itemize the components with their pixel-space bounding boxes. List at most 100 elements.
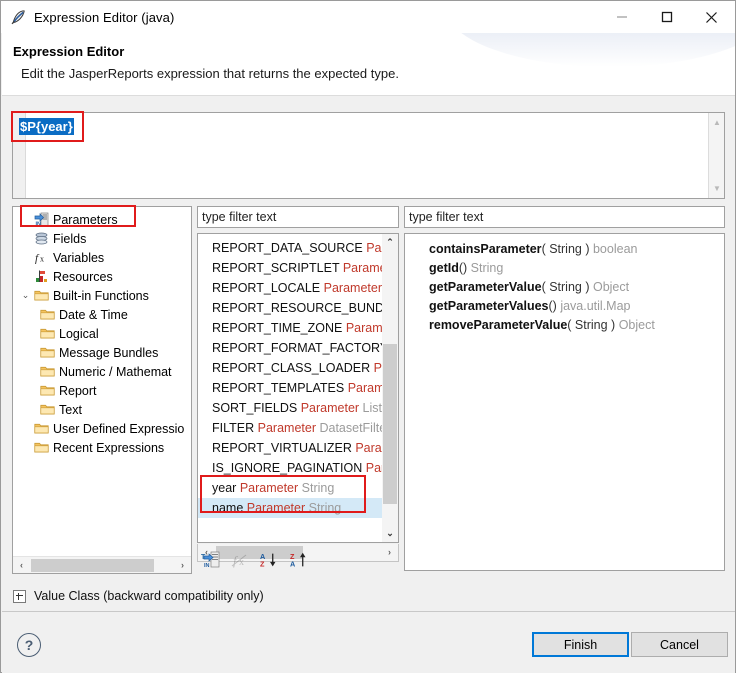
list-item[interactable]: REPORT_TEMPLATES Paramet <box>198 378 382 398</box>
method-name: getParameterValues <box>429 299 549 313</box>
sort-descending-icon[interactable]: Z A <box>290 550 310 570</box>
list-item[interactable]: REPORT_TIME_ZONE Paramet <box>198 318 382 338</box>
item-type: DatasetFilte <box>319 421 382 435</box>
show-functions-fx-icon: f x <box>230 550 250 570</box>
expression-vertical-scrollbar[interactable]: ▲ ▼ <box>708 113 724 198</box>
tree-item-label: Date & Time <box>59 307 128 322</box>
object-tree-panel[interactable]: IN Parameters Fields f x Variables Resou… <box>12 206 192 574</box>
method-item[interactable]: containsParameter( String ) boolean <box>405 240 724 259</box>
tree-item-variables[interactable]: f x Variables <box>13 248 191 267</box>
item-name: FILTER <box>212 421 255 435</box>
middle-filter-input[interactable]: type filter text <box>197 206 399 228</box>
list-item[interactable]: FILTER Parameter DatasetFilte <box>198 418 382 438</box>
scrollbar-thumb[interactable] <box>31 559 154 572</box>
list-item[interactable]: REPORT_RESOURCE_BUNDLE <box>198 298 382 318</box>
title-bar: Expression Editor (java) <box>1 1 735 33</box>
list-item[interactable]: REPORT_CLASS_LOADER Para <box>198 358 382 378</box>
svg-text:x: x <box>40 255 44 264</box>
filter-placeholder-text: type filter text <box>202 210 277 224</box>
list-item[interactable]: IS_IGNORE_PAGINATION Para <box>198 458 382 478</box>
pen-icon <box>9 8 27 26</box>
scrollbar-thumb[interactable] <box>383 344 397 504</box>
tree-item-user-defined-expressions[interactable]: User Defined Expressio <box>13 419 191 438</box>
right-filter-input[interactable]: type filter text <box>404 206 725 228</box>
tree-item-logical[interactable]: Logical <box>13 324 191 343</box>
folder-icon <box>38 384 56 397</box>
scroll-down-icon[interactable]: ▼ <box>709 181 725 196</box>
method-name: getParameterValue <box>429 280 542 294</box>
list-item-name[interactable]: name Parameter String <box>198 498 382 518</box>
scroll-right-icon[interactable]: › <box>174 557 191 573</box>
list-item[interactable]: REPORT_VIRTUALIZER Parame <box>198 438 382 458</box>
maximize-button[interactable] <box>644 1 689 33</box>
finish-button[interactable]: Finish <box>532 632 629 657</box>
scroll-left-icon[interactable]: ‹ <box>13 557 30 573</box>
method-return-type: Object <box>618 318 655 332</box>
scroll-down-icon[interactable]: ⌄ <box>382 525 398 542</box>
list-item[interactable]: REPORT_SCRIPTLET Paramete <box>198 258 382 278</box>
help-icon[interactable]: ? <box>17 633 41 657</box>
tree-item-numeric-mathematical[interactable]: Numeric / Mathemat <box>13 362 191 381</box>
expression-value[interactable]: $P{year} <box>19 118 74 135</box>
minimize-button[interactable] <box>599 1 644 33</box>
tree-item-recent-expressions[interactable]: Recent Expressions <box>13 438 191 457</box>
value-class-expander[interactable]: Value Class (backward compatibility only… <box>2 584 735 608</box>
method-item[interactable]: getParameterValues() java.util.Map <box>405 297 724 316</box>
expression-editor-dialog: Expression Editor (java) Expression Edit… <box>0 0 736 673</box>
scroll-up-icon[interactable]: ⌃ <box>382 234 398 251</box>
list-item[interactable]: REPORT_FORMAT_FACTORY P <box>198 338 382 358</box>
item-kind: Parameter <box>239 481 299 495</box>
tree-item-date-time[interactable]: Date & Time <box>13 305 191 324</box>
tree-item-label: Recent Expressions <box>53 440 165 455</box>
list-item[interactable]: REPORT_DATA_SOURCE Parar <box>198 238 382 258</box>
expand-plus-icon[interactable] <box>13 589 26 603</box>
folder-icon <box>38 346 56 359</box>
sort-ascending-icon[interactable]: A Z <box>260 550 280 570</box>
method-item[interactable]: getId() String <box>405 259 724 278</box>
tree-item-label: Numeric / Mathemat <box>59 364 172 379</box>
close-button[interactable] <box>689 1 734 33</box>
item-kind: Para <box>365 461 382 475</box>
method-return-type: String <box>470 261 504 275</box>
tree-item-report[interactable]: Report <box>13 381 191 400</box>
scroll-up-icon[interactable]: ▲ <box>709 115 725 130</box>
methods-list-panel[interactable]: containsParameter( String ) boolean getI… <box>404 233 725 571</box>
list-item[interactable]: SORT_FIELDS Parameter List <box>198 398 382 418</box>
expression-textarea[interactable]: $P{year} ▲ ▼ <box>12 112 725 199</box>
tree-item-built-in-functions[interactable]: ⌄ Built-in Functions <box>13 286 191 305</box>
tree-item-label: User Defined Expressio <box>53 421 185 436</box>
folder-icon <box>38 308 56 321</box>
chevron-down-icon[interactable]: ⌄ <box>19 290 32 301</box>
variables-fx-icon: f x <box>32 250 50 265</box>
tree-item-text[interactable]: Text <box>13 400 191 419</box>
filter-placeholder-text: type filter text <box>409 210 484 224</box>
header-decoration <box>445 33 735 67</box>
svg-text:Z: Z <box>260 559 265 568</box>
tree-item-label: Fields <box>53 231 87 246</box>
cancel-button[interactable]: Cancel <box>631 632 728 657</box>
parameters-icon: IN <box>32 212 50 227</box>
tree-item-resources[interactable]: Resources <box>13 267 191 286</box>
method-item[interactable]: getParameterValue( String ) Object <box>405 278 724 297</box>
parameters-list-panel[interactable]: REPORT_DATA_SOURCE Parar REPORT_SCRIPTLE… <box>197 233 399 543</box>
item-name: IS_IGNORE_PAGINATION <box>212 461 363 475</box>
folder-icon <box>38 403 56 416</box>
item-name: REPORT_CLASS_LOADER <box>212 361 371 375</box>
list-item[interactable]: REPORT_LOCALE Parameter L <box>198 278 382 298</box>
page-title: Expression Editor <box>13 44 125 59</box>
middle-vertical-scrollbar[interactable]: ⌃ ⌄ <box>382 234 398 542</box>
tree-item-message-bundles[interactable]: Message Bundles <box>13 343 191 362</box>
tree-item-fields[interactable]: Fields <box>13 229 191 248</box>
item-name: REPORT_SCRIPTLET <box>212 261 340 275</box>
method-item[interactable]: removeParameterValue( String ) Object <box>405 316 724 335</box>
tree-horizontal-scrollbar[interactable]: ‹ › <box>13 556 191 573</box>
tree-item-parameters[interactable]: IN Parameters <box>13 210 191 229</box>
item-name: name <box>212 501 244 515</box>
folder-icon <box>32 441 50 454</box>
value-class-label: Value Class (backward compatibility only… <box>34 589 264 603</box>
show-parameters-icon[interactable]: T IN <box>200 550 220 570</box>
tree-list: IN Parameters Fields f x Variables Resou… <box>13 210 191 457</box>
tree-item-label: Built-in Functions <box>53 288 149 303</box>
list-item-year[interactable]: year Parameter String <box>198 478 382 498</box>
item-type: String <box>301 481 335 495</box>
